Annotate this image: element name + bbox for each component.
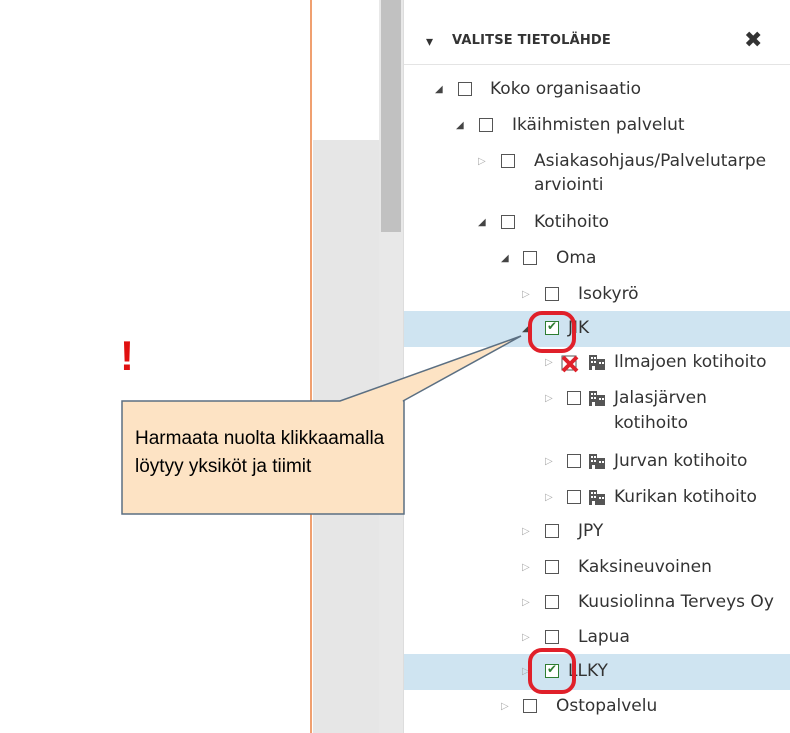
tree-item-isokyro[interactable]: ▷ Isokyrö xyxy=(404,277,790,313)
expand-arrow-icon[interactable]: ▷ xyxy=(501,701,509,712)
tree-item-label-line1: Jalasjärven xyxy=(614,388,707,408)
tree-item-jurvan-kotihoito[interactable]: ▷ Jurvan kotihoito xyxy=(404,444,790,480)
tree-item-jpy[interactable]: ▷ JPY xyxy=(404,514,790,550)
expand-arrow-icon[interactable]: ▷ xyxy=(478,156,486,167)
collapse-arrow-icon[interactable]: ◢ xyxy=(478,217,486,228)
tree-item-ilmajoen-kotihoito[interactable]: ▷ Ilmajoen kotihoito xyxy=(404,345,790,381)
tree-item-label: Isokyrö xyxy=(578,284,639,304)
collapse-arrow-icon[interactable]: ◢ xyxy=(456,120,464,131)
tree-item-label: Kaksineuvoinen xyxy=(578,557,712,577)
expand-arrow-icon[interactable]: ▷ xyxy=(545,357,553,368)
tree-item-lapua[interactable]: ▷ Lapua xyxy=(404,620,790,656)
exclamation-mark: ! xyxy=(120,332,134,379)
checkbox[interactable] xyxy=(567,391,581,405)
scrollbar-thumb[interactable] xyxy=(381,0,401,232)
tree-item-label-line2: kotihoito xyxy=(614,413,688,433)
tree-item-asiakasohjaus[interactable]: ▷ Asiakasohjaus/Palvelutarpe arviointi xyxy=(404,144,790,202)
expand-arrow-icon[interactable]: ▷ xyxy=(545,393,553,404)
header-divider xyxy=(404,64,790,65)
expand-arrow-icon[interactable]: ▷ xyxy=(545,456,553,467)
building-icon xyxy=(589,391,605,406)
expand-arrow-icon[interactable]: ▷ xyxy=(545,492,553,503)
panel-header: ▾ VALITSE TIETOLÄHDE ✖ xyxy=(404,20,790,64)
checkbox[interactable] xyxy=(545,524,559,538)
tree-item-label: Kotihoito xyxy=(534,212,610,232)
tree-item-jik[interactable]: ◢ JIK xyxy=(404,311,790,347)
tree-item-jalasjarven-kotihoito[interactable]: ▷ Jalasjärven kotihoito xyxy=(404,381,790,441)
tree-item-label: Lapua xyxy=(578,627,630,647)
partial-select-x-icon[interactable] xyxy=(561,353,581,373)
callout-line-2: löytyy yksiköt ja tiimit xyxy=(135,456,312,477)
tree-item-label: Ikäihmisten palvelut xyxy=(512,115,685,135)
tree-item-koko-organisaatio[interactable]: ◢ Koko organisaatio xyxy=(404,72,790,108)
tree-item-ikaihmisten-palvelut[interactable]: ◢ Ikäihmisten palvelut xyxy=(404,108,790,144)
data-source-panel: ▾ VALITSE TIETOLÄHDE ✖ ◢ Koko organisaat… xyxy=(403,0,790,733)
checkbox[interactable] xyxy=(545,560,559,574)
tree-item-kotihoito[interactable]: ◢ Kotihoito xyxy=(404,205,790,241)
chevron-down-icon[interactable]: ▾ xyxy=(426,34,433,50)
expand-arrow-icon[interactable]: ▷ xyxy=(522,289,530,300)
tree-item-label: JPY xyxy=(578,521,604,541)
tree-item-label: Jurvan kotihoito xyxy=(614,451,748,471)
tree-item-ostopalvelu[interactable]: ▷ Ostopalvelu xyxy=(404,689,790,725)
panel-border-line xyxy=(310,0,312,733)
checkbox[interactable] xyxy=(567,454,581,468)
checkbox[interactable] xyxy=(501,215,515,229)
tree-item-label-line1: Asiakasohjaus/Palvelutarpe xyxy=(534,151,767,171)
highlight-circle-jik xyxy=(528,311,576,353)
tree-item-llky[interactable]: ▷ LLKY xyxy=(404,654,790,690)
callout-line-1: Harmaata nuolta klikkaamalla xyxy=(135,428,385,449)
tree-item-label: Ilmajoen kotihoito xyxy=(614,352,767,372)
tree-item-label: Koko organisaatio xyxy=(490,79,642,99)
tree-item-label: Oma xyxy=(556,248,597,268)
checkbox[interactable] xyxy=(545,630,559,644)
tree-item-oma[interactable]: ◢ Oma xyxy=(404,241,790,277)
expand-arrow-icon[interactable]: ▷ xyxy=(522,562,530,573)
building-icon xyxy=(589,454,605,469)
expand-arrow-icon[interactable]: ▷ xyxy=(522,632,530,643)
tree-item-kurikan-kotihoito[interactable]: ▷ Kurikan kotihoito xyxy=(404,480,790,516)
building-icon xyxy=(589,355,605,370)
checkbox[interactable] xyxy=(545,287,559,301)
checkbox[interactable] xyxy=(523,699,537,713)
expand-arrow-icon[interactable]: ▷ xyxy=(522,526,530,537)
checkbox[interactable] xyxy=(501,154,515,168)
tree-item-label: Ostopalvelu xyxy=(556,696,658,716)
checkbox[interactable] xyxy=(523,251,537,265)
checkbox[interactable] xyxy=(545,595,559,609)
collapse-arrow-icon[interactable]: ◢ xyxy=(435,84,443,95)
checkbox[interactable] xyxy=(567,490,581,504)
checkbox[interactable] xyxy=(479,118,493,132)
tree-item-label: Kurikan kotihoito xyxy=(614,487,757,507)
expand-arrow-icon[interactable]: ▷ xyxy=(522,597,530,608)
tree-item-label: Kuusiolinna Terveys Oy xyxy=(578,592,774,612)
tree-item-label-line2: arviointi xyxy=(534,175,604,195)
panel-title: VALITSE TIETOLÄHDE xyxy=(452,33,611,48)
tree-item-kuusiolinna[interactable]: ▷ Kuusiolinna Terveys Oy xyxy=(404,585,790,621)
building-icon xyxy=(589,490,605,505)
checkbox[interactable] xyxy=(458,82,472,96)
callout-text: Harmaata nuolta klikkaamalla löytyy yksi… xyxy=(135,425,390,481)
highlight-circle-llky xyxy=(528,648,576,694)
collapse-arrow-icon[interactable]: ◢ xyxy=(501,253,509,264)
close-icon[interactable]: ✖ xyxy=(744,28,762,53)
tree-item-kaksineuvoinen[interactable]: ▷ Kaksineuvoinen xyxy=(404,550,790,586)
